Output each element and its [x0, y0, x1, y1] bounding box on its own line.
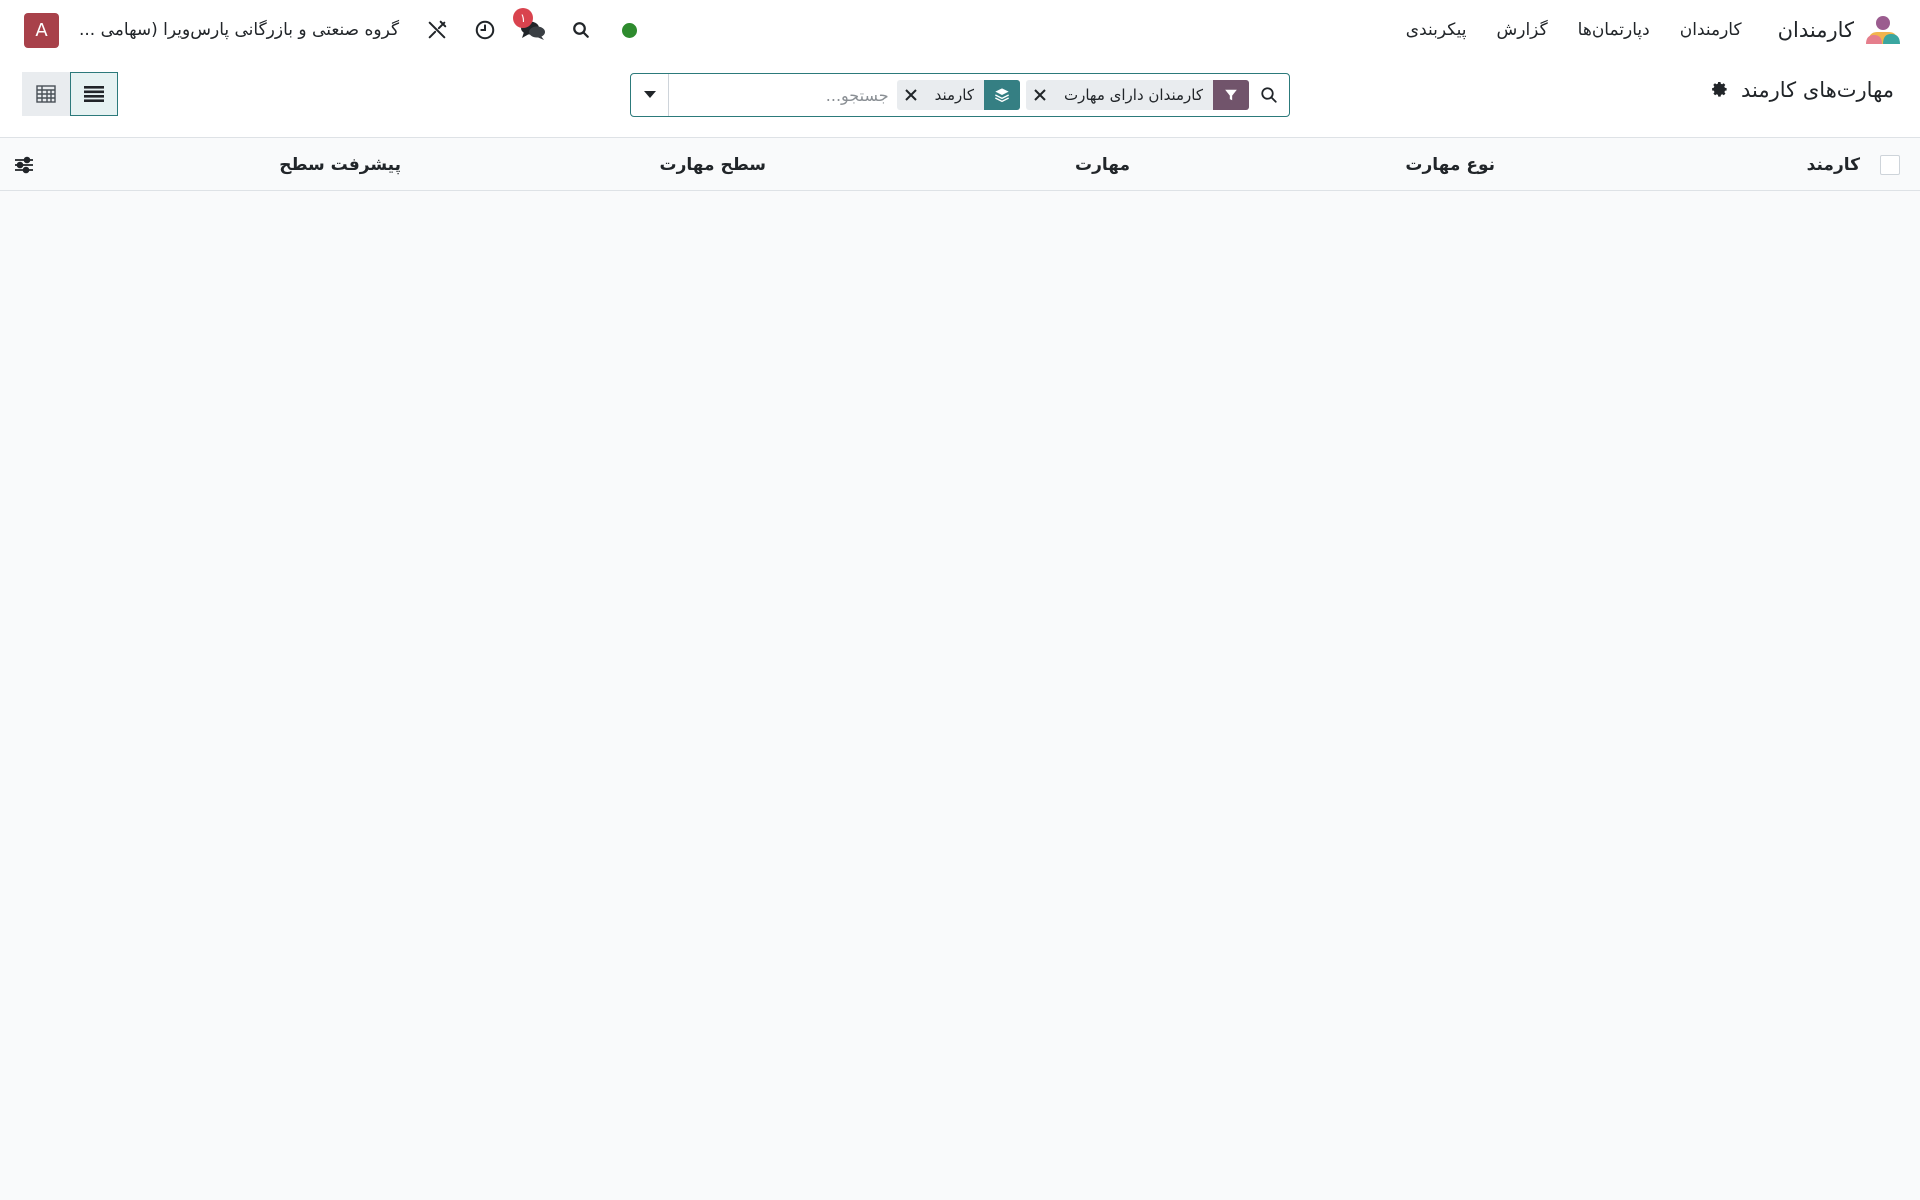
chat-icon[interactable]: ۱ — [513, 8, 547, 44]
user-avatar[interactable]: A — [24, 12, 59, 48]
menu-item-departments[interactable]: دپارتمان‌ها — [1578, 20, 1650, 40]
gear-icon[interactable] — [1711, 81, 1729, 99]
filter-facet: کارمندان دارای مهارت — [1026, 80, 1249, 110]
messages-badge: ۱ — [513, 8, 534, 28]
clock-icon[interactable] — [471, 16, 499, 44]
optional-columns-icon[interactable] — [12, 153, 36, 177]
column-skill-level[interactable]: سطح مهارت — [660, 139, 766, 191]
top-navbar: کارمندان کارمندان دپارتمان‌ها گزارش پیکر… — [0, 0, 1920, 60]
menu-item-employees[interactable]: کارمندان — [1680, 20, 1742, 40]
search-icon[interactable] — [1249, 74, 1289, 116]
pivot-icon — [36, 85, 56, 103]
filter-icon — [1213, 80, 1249, 110]
search-icon[interactable] — [567, 16, 595, 44]
pivot-view-button[interactable] — [22, 72, 70, 116]
list-view-button[interactable] — [70, 72, 118, 116]
breadcrumb: مهارت‌های کارمند — [1711, 78, 1894, 102]
select-all-checkbox[interactable] — [1880, 155, 1900, 175]
groupby-facet: کارمند — [896, 80, 1020, 110]
list-header: کارمند نوع مهارت مهارت سطح مهارت پیشرفت … — [0, 139, 1920, 191]
employees-app-icon — [1864, 14, 1902, 46]
close-icon[interactable] — [897, 80, 925, 110]
view-switcher — [22, 72, 118, 116]
menu-item-configuration[interactable]: پیکربندی — [1406, 20, 1467, 40]
filter-facet-label: کارمندان دارای مهارت — [1064, 86, 1203, 104]
close-icon[interactable] — [1026, 80, 1054, 110]
caret-down-icon — [643, 91, 656, 98]
search-options-toggle[interactable] — [631, 74, 669, 116]
control-panel: مهارت‌های کارمند کارمندان دارای مهارت — [0, 60, 1920, 138]
groupby-facet-label: کارمند — [934, 86, 974, 104]
layers-icon — [984, 80, 1020, 110]
presence-icon — [615, 16, 643, 44]
column-skill[interactable]: مهارت — [1075, 139, 1130, 191]
app-brand[interactable]: کارمندان — [1778, 14, 1902, 46]
company-switcher[interactable]: گروه صنعتی و بازرگانی پارس‌ویرا (سهامی .… — [79, 20, 399, 40]
tools-icon[interactable] — [423, 16, 451, 44]
systray: A گروه صنعتی و بازرگانی پارس‌ویرا (سهامی… — [24, 8, 643, 48]
main-menu: کارمندان دپارتمان‌ها گزارش پیکربندی — [1406, 20, 1742, 40]
search-bar: کارمندان دارای مهارت کارمند — [630, 73, 1290, 117]
column-employee[interactable]: کارمند — [1807, 139, 1860, 191]
menu-item-reporting[interactable]: گزارش — [1497, 20, 1548, 40]
presence-dot — [621, 22, 637, 38]
column-skill-type[interactable]: نوع مهارت — [1405, 139, 1495, 191]
list-icon — [84, 86, 104, 102]
app-title: کارمندان — [1777, 18, 1854, 42]
page-title: مهارت‌های کارمند — [1741, 78, 1894, 102]
search-input[interactable] — [669, 74, 891, 116]
column-level-progress[interactable]: پیشرفت سطح — [279, 139, 401, 191]
